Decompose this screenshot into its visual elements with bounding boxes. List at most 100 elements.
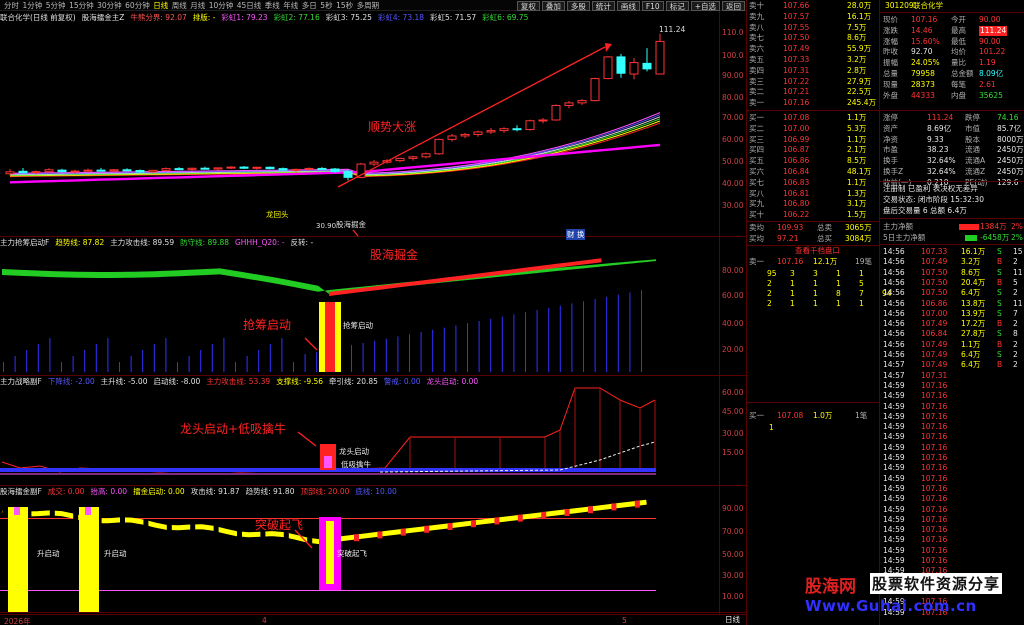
- fund-label: 净资: [883, 134, 898, 144]
- ask-volume: 22.5万: [847, 87, 872, 97]
- axis-tick-label: 30.00: [722, 201, 744, 210]
- info-line: 注册制 已盈利 表决权无差异: [883, 184, 978, 193]
- tick-price: 107.49: [921, 257, 948, 267]
- fund-value: 8000万: [997, 134, 1024, 144]
- tick-side: S: [997, 298, 1002, 308]
- candle-body: [291, 168, 301, 171]
- ask-volume: 27.9万: [847, 76, 872, 86]
- bid-price: 107.08: [783, 113, 810, 122]
- bottom-tab[interactable]: 日线: [725, 615, 740, 625]
- stat-value: 15.60%: [911, 36, 940, 46]
- panel-divider: [747, 110, 879, 111]
- candle-body: [5, 171, 15, 175]
- tick-side: B: [997, 360, 1003, 370]
- indicator-value: 启动线: -8.00: [153, 377, 201, 386]
- stat-label: 量比: [951, 58, 966, 68]
- volume-bar: [165, 338, 167, 372]
- candle-body: [434, 138, 444, 155]
- ask-price: 107.16: [783, 98, 810, 108]
- volume-bar: [84, 350, 86, 372]
- candle-body: [499, 128, 509, 132]
- queue-order: 3: [813, 269, 818, 278]
- watermark-url: Www.Guhai.com.cn: [805, 597, 977, 615]
- volume-bar: [3, 362, 4, 372]
- ask-label: 卖三: [749, 76, 764, 86]
- indicator-value: 主力抢筹启动F: [0, 238, 50, 247]
- tick-time: 14:56: [883, 308, 905, 318]
- tick-count: 11: [1013, 298, 1023, 308]
- tick-count: 11: [1013, 267, 1023, 277]
- fund-value: 32.64%: [927, 167, 956, 176]
- indicator-value: 排版: -: [192, 13, 216, 22]
- volume-bar: [304, 354, 306, 372]
- bid-volume: 1.1万: [847, 134, 867, 144]
- tick-time: 14:59: [883, 483, 905, 493]
- attack-segment: [49, 509, 55, 517]
- fund-label: 市值: [965, 123, 980, 133]
- ask-volume: 16.1万: [847, 11, 872, 21]
- panel-divider: [879, 181, 1024, 182]
- volume-bar: [594, 299, 596, 372]
- attack-segment: [517, 514, 523, 522]
- queue-link[interactable]: 查看千档盘口: [795, 246, 840, 256]
- tick-time: 14:59: [883, 463, 905, 473]
- tick-side: B: [997, 277, 1003, 287]
- tick-count: 5: [1013, 277, 1018, 287]
- stat-label: 振幅: [883, 58, 898, 68]
- avg-label: 卖均: [749, 223, 764, 232]
- bid-price: 106.87: [783, 145, 810, 155]
- dragon-arrow: [297, 431, 317, 447]
- fund-value: 2450万: [997, 167, 1024, 176]
- ask-volume: 7.5万: [847, 22, 867, 32]
- bid-price: 106.81: [783, 188, 810, 198]
- total-value: 3084万: [845, 233, 872, 243]
- volume-bar: [548, 307, 550, 372]
- candle-body: [226, 166, 236, 169]
- tick-price: 107.16: [921, 391, 948, 401]
- volume-bar: [14, 356, 16, 372]
- bid-volume: 2.1万: [847, 145, 867, 155]
- chart-area[interactable]: [0, 0, 746, 625]
- bid-label: 买二: [749, 123, 764, 133]
- queue-order: 1: [859, 269, 864, 278]
- candle-body: [252, 166, 262, 169]
- ask-price: 107.49: [783, 44, 810, 54]
- bid-price: 106.84: [783, 167, 810, 176]
- breakout-signal-core: [326, 521, 334, 584]
- stat-value: 28373: [911, 79, 935, 89]
- stat-label: 涨跌: [883, 25, 898, 35]
- tick-count: 2: [1013, 360, 1018, 370]
- volume-bar: [455, 325, 457, 372]
- queue-order: 1: [836, 269, 841, 278]
- candle-body: [642, 62, 652, 70]
- volume-bar: [188, 356, 190, 372]
- indicator-value: 顶部线: 20.00: [300, 487, 350, 496]
- fund-value: 2450万: [997, 156, 1024, 166]
- tick-count: 7: [1013, 308, 1018, 318]
- indicator-value: 擂金启动: 0.00: [133, 487, 185, 496]
- attack-segment: [3, 507, 8, 514]
- attack-segment: [237, 530, 242, 538]
- volume-bar: [374, 340, 376, 372]
- tick-volume: 27.8万: [961, 329, 986, 339]
- volume-bar: [269, 344, 271, 372]
- bid-label: 买七: [749, 177, 764, 187]
- axis-tick-label: 50.00: [722, 157, 744, 166]
- indicator-value: 攻击线: 91.87: [190, 487, 240, 496]
- stat-label: 今开: [951, 15, 966, 24]
- fund-label: 流通: [965, 145, 980, 155]
- volume-bar: [246, 356, 248, 372]
- ask-volume: 8.6万: [847, 33, 867, 43]
- volume-bar: [362, 343, 364, 372]
- tick-time: 14:59: [883, 391, 905, 401]
- volume-bar: [432, 329, 434, 372]
- tick-side: S: [997, 288, 1002, 298]
- avg-label: 买均: [749, 233, 764, 243]
- bid-volume: 1.1万: [847, 177, 867, 187]
- indicator-value: 成交: 0.00: [47, 487, 85, 496]
- candle-body: [330, 168, 340, 173]
- panel-divider: [879, 110, 1024, 111]
- grab-signal-core: [325, 302, 335, 372]
- candle-body: [304, 167, 314, 170]
- attack-segment: [611, 503, 617, 511]
